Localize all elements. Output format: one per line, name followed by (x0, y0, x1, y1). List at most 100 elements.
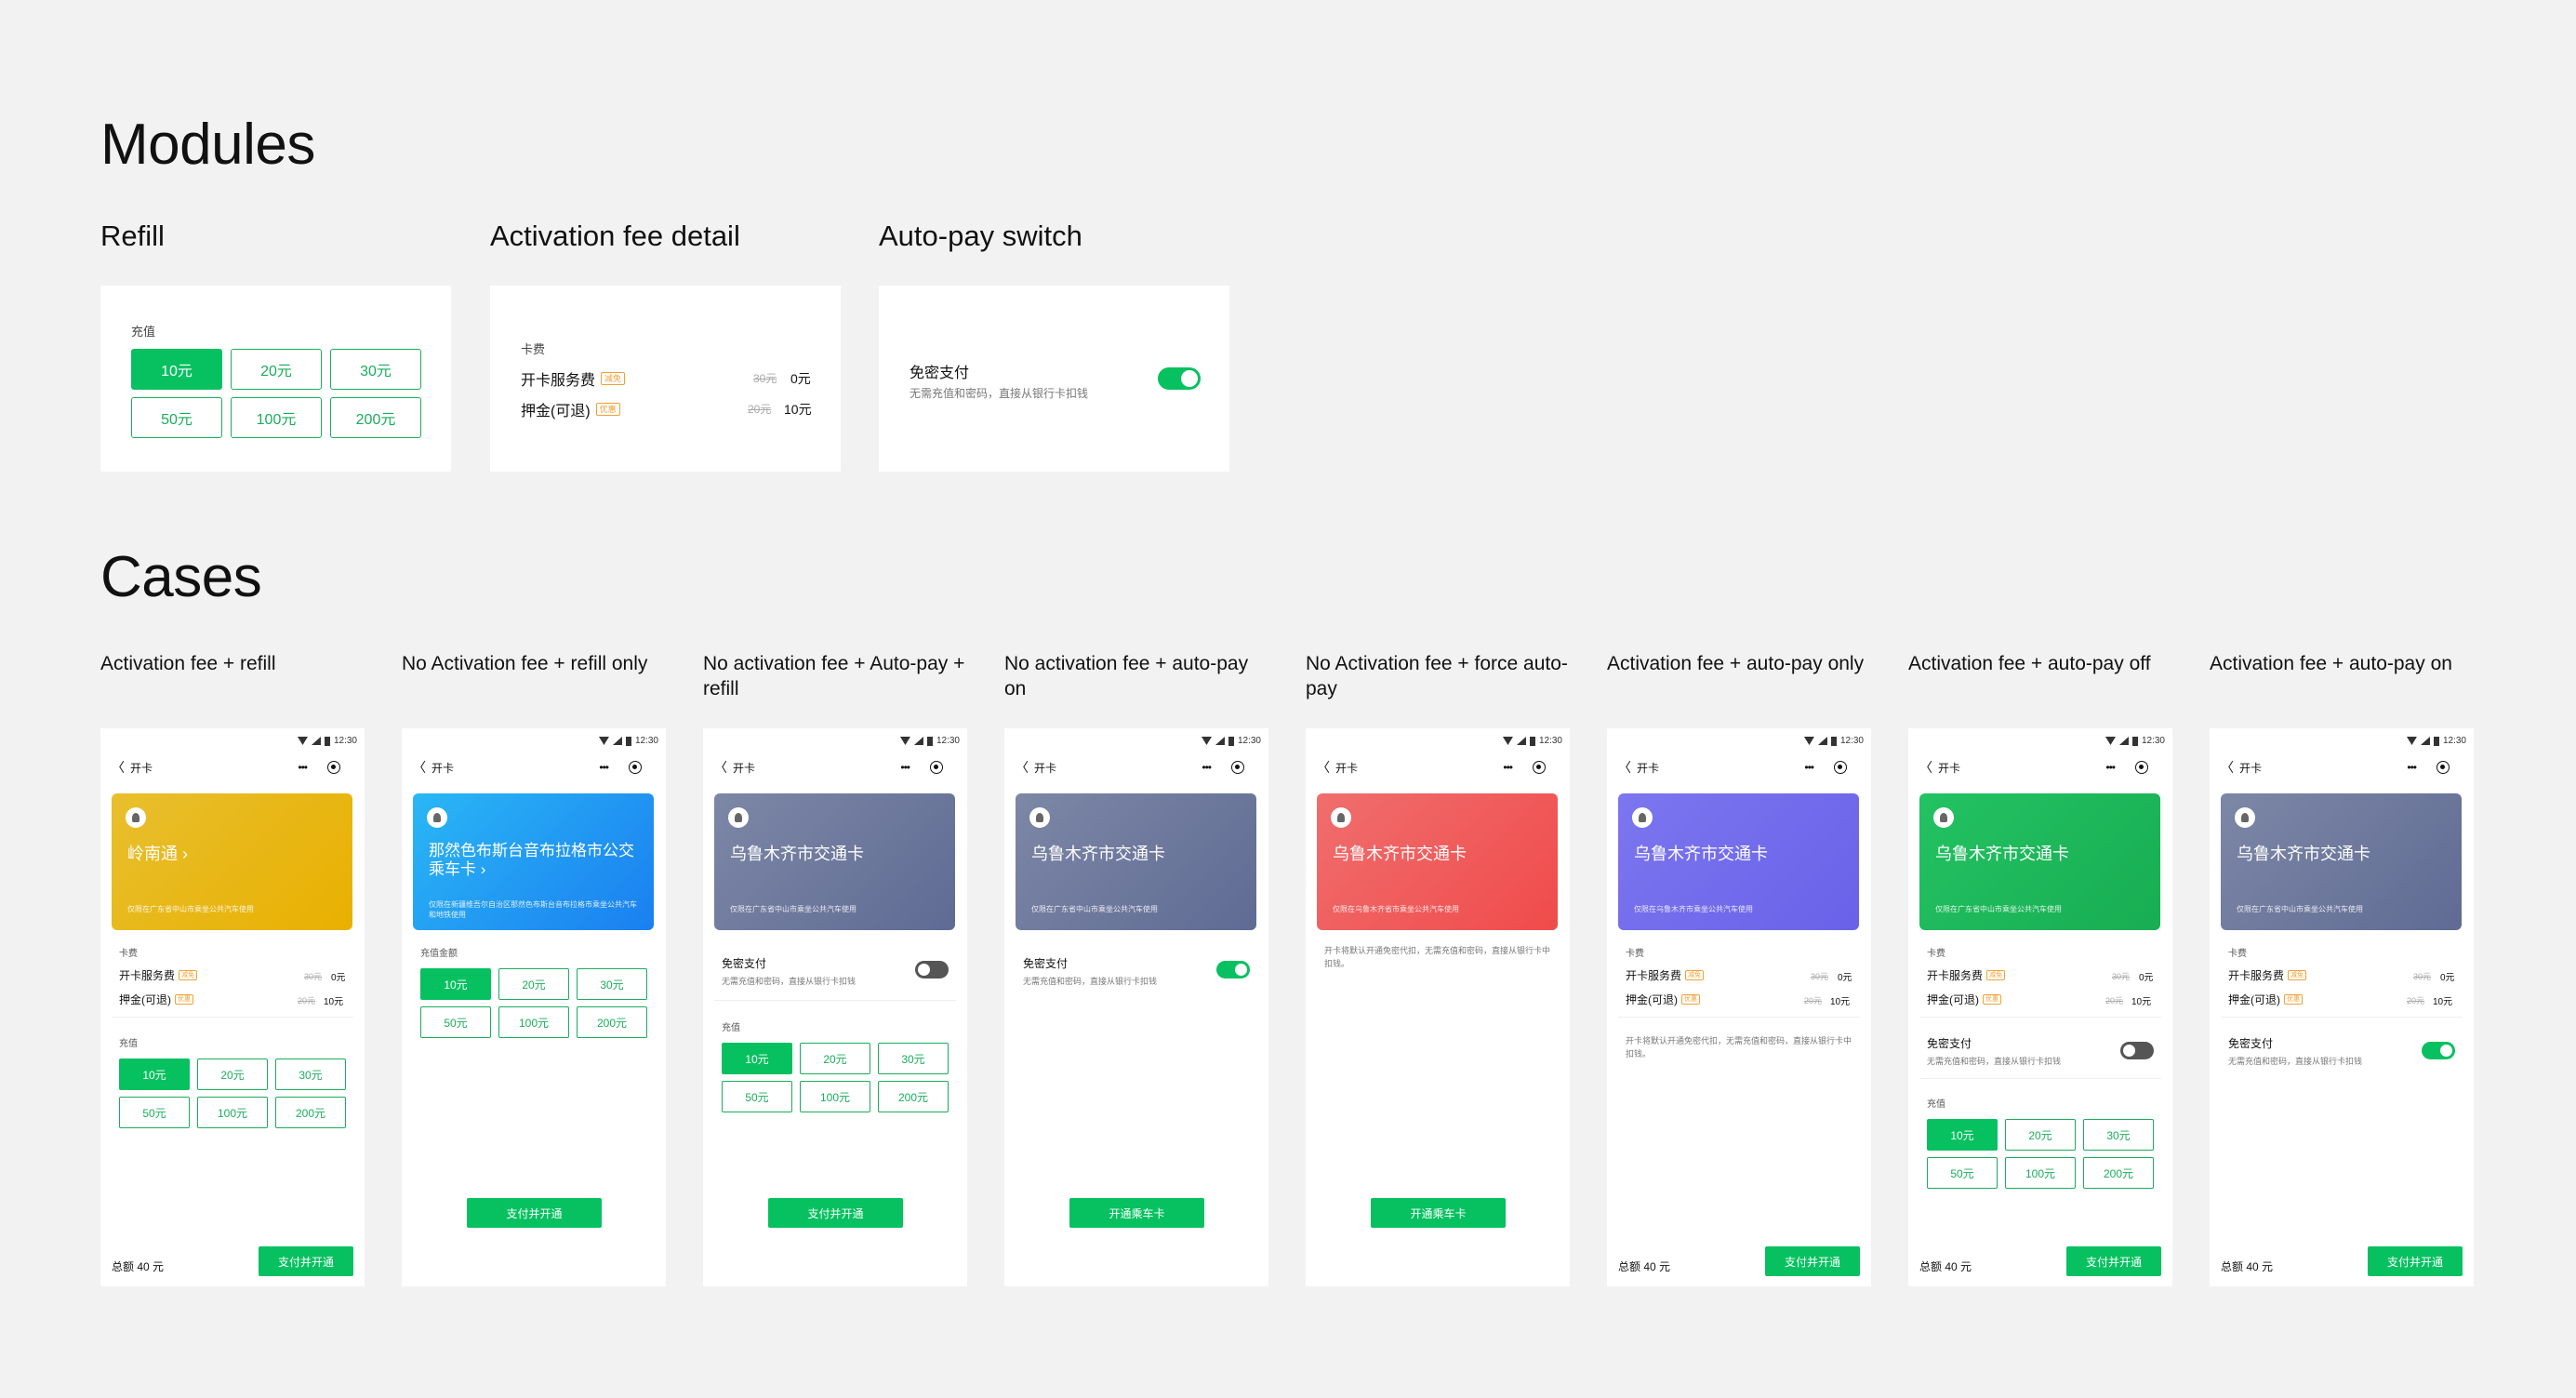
pay-and-open-button[interactable]: 支付并开通 (768, 1198, 903, 1228)
refill-option-100[interactable]: 100元 (197, 1097, 268, 1128)
back-icon[interactable]: 〈 (112, 758, 125, 777)
refill-option-30[interactable]: 30元 (878, 1043, 949, 1074)
back-icon[interactable]: 〈 (1317, 758, 1330, 777)
close-icon[interactable] (2437, 761, 2450, 774)
more-icon[interactable]: ••• (1804, 761, 1814, 774)
refill-option-10[interactable]: 10元 (131, 349, 222, 390)
open-card-button[interactable]: 开通乘车卡 (1371, 1198, 1506, 1228)
nav-title: 开卡 (1034, 761, 1057, 775)
more-icon[interactable]: ••• (2407, 761, 2417, 774)
transit-card[interactable]: 乌鲁木齐市交通卡 仅限在广东省中山市乘坐公共汽车使用 (1016, 793, 1256, 930)
card-name: 乌鲁木齐市交通卡 (1333, 845, 1467, 863)
refill-option-20[interactable]: 20元 (231, 349, 322, 390)
back-icon[interactable]: 〈 (2221, 758, 2234, 777)
close-icon[interactable] (1834, 761, 1847, 774)
more-icon[interactable]: ••• (900, 761, 910, 774)
battery-icon (1529, 736, 1535, 746)
refill-option-200[interactable]: 200元 (2083, 1157, 2154, 1189)
fee-row-service: 开卡服务费 减免 (521, 367, 626, 390)
back-icon[interactable]: 〈 (1618, 758, 1631, 777)
nav-bar: 〈开卡 ••• (112, 758, 353, 777)
refill-option-50[interactable]: 50元 (420, 1006, 491, 1038)
autopay-toggle[interactable] (1216, 961, 1250, 979)
refill-option-20[interactable]: 20元 (197, 1058, 268, 1090)
refill-option-10[interactable]: 10元 (119, 1058, 190, 1090)
autopay-toggle[interactable] (2422, 1042, 2455, 1059)
refill-option-100[interactable]: 100元 (2005, 1157, 2076, 1189)
back-icon[interactable]: 〈 (413, 758, 426, 777)
refill-option-20[interactable]: 20元 (800, 1043, 870, 1074)
pay-and-open-button[interactable]: 支付并开通 (2368, 1246, 2463, 1276)
refill-option-30[interactable]: 30元 (2083, 1119, 2154, 1151)
refill-option-50[interactable]: 50元 (1927, 1157, 1998, 1189)
pay-and-open-button[interactable]: 支付并开通 (1765, 1246, 1860, 1276)
fee-deposit-tag: 优惠 (595, 403, 620, 416)
refill-option-20[interactable]: 20元 (2005, 1119, 2076, 1151)
refill-option-100[interactable]: 100元 (498, 1006, 569, 1038)
more-icon[interactable]: ••• (599, 761, 609, 774)
module-fee-heading: Activation fee detail (490, 220, 740, 252)
refill-option-50[interactable]: 50元 (722, 1081, 792, 1112)
case-title-2: No Activation fee + refill only (402, 653, 648, 674)
case-title-1: Activation fee + refill (100, 653, 276, 674)
fee-row-deposit: 押金(可退) 优惠 (521, 398, 620, 420)
refill-option-20[interactable]: 20元 (498, 968, 569, 1000)
transit-card[interactable]: 乌鲁木齐市交通卡 仅限在广东省中山市乘坐公共汽车使用 (1919, 793, 2160, 930)
wifi-icon (2105, 737, 2116, 745)
refill-option-10[interactable]: 10元 (722, 1043, 792, 1074)
transit-card[interactable]: 岭南通 › 仅限在广东省中山市乘坐公共汽车使用 (112, 793, 352, 930)
transit-card[interactable]: 乌鲁木齐市交通卡 仅限在广东省中山市乘坐公共汽车使用 (2221, 793, 2462, 930)
refill-option-200[interactable]: 200元 (275, 1097, 346, 1128)
refill-option-30[interactable]: 30元 (275, 1058, 346, 1090)
transit-card[interactable]: 乌鲁木齐市交通卡 仅限在乌鲁木齐市乘坐公共汽车使用 (1618, 793, 1859, 930)
fee-label: 卡费 (1927, 949, 1945, 959)
refill-option-100[interactable]: 100元 (800, 1081, 870, 1112)
status-bar: 12:30 (2406, 736, 2466, 746)
more-icon[interactable]: ••• (1202, 761, 1212, 774)
refill-option-200[interactable]: 200元 (878, 1081, 949, 1112)
card-logo-icon (1029, 807, 1050, 828)
refill-option-100[interactable]: 100元 (231, 397, 322, 438)
refill-option-10[interactable]: 10元 (1927, 1119, 1998, 1151)
fee-service-old: 30元 (1811, 972, 1829, 981)
close-icon[interactable] (1231, 761, 1244, 774)
autopay-toggle[interactable] (915, 961, 949, 979)
more-icon[interactable]: ••• (1503, 761, 1513, 774)
refill-option-50[interactable]: 50元 (131, 397, 222, 438)
refill-option-200[interactable]: 200元 (577, 1006, 647, 1038)
autopay-toggle[interactable] (2120, 1042, 2154, 1059)
fee-deposit-old: 20元 (2407, 996, 2425, 1005)
status-time: 12:30 (634, 736, 658, 746)
refill-option-30[interactable]: 30元 (577, 968, 647, 1000)
more-icon[interactable]: ••• (298, 761, 308, 774)
transit-card[interactable]: 乌鲁木齐市交通卡 仅限在乌鲁木齐省市乘坐公共汽车使用 (1317, 793, 1558, 930)
pay-and-open-button[interactable]: 支付并开通 (2066, 1246, 2161, 1276)
close-icon[interactable] (930, 761, 943, 774)
back-icon[interactable]: 〈 (1016, 758, 1029, 777)
close-icon[interactable] (327, 761, 340, 774)
refill-option-50[interactable]: 50元 (119, 1097, 190, 1128)
autopay-title: 免密支付 (2228, 1037, 2274, 1050)
pay-and-open-button[interactable]: 支付并开通 (259, 1246, 353, 1276)
refill-option-200[interactable]: 200元 (330, 397, 421, 438)
fee-service-tag: 减免 (2288, 970, 2307, 980)
close-icon[interactable] (629, 761, 642, 774)
refill-option-30[interactable]: 30元 (330, 349, 421, 390)
open-card-button[interactable]: 开通乘车卡 (1069, 1198, 1204, 1228)
wifi-icon (1201, 737, 1212, 745)
more-icon[interactable]: ••• (2105, 761, 2116, 774)
nav-title: 开卡 (733, 761, 756, 775)
nav-bar: 〈开卡 ••• (413, 758, 655, 777)
signal-icon (1215, 737, 1225, 745)
pay-and-open-button[interactable]: 支付并开通 (467, 1198, 602, 1228)
back-icon[interactable]: 〈 (714, 758, 727, 777)
transit-card[interactable]: 那然色布斯台音布拉格市公交乘车卡 › 仅限在新疆维吾尔自治区那然色布斯台音布拉格市… (413, 793, 654, 930)
close-icon[interactable] (1533, 761, 1546, 774)
status-time: 12:30 (2141, 736, 2165, 746)
back-icon[interactable]: 〈 (1919, 758, 1932, 777)
status-time: 12:30 (936, 736, 960, 746)
autopay-toggle[interactable] (1158, 367, 1201, 390)
close-icon[interactable] (2135, 761, 2148, 774)
transit-card[interactable]: 乌鲁木齐市交通卡 仅限在广东省中山市乘坐公共汽车使用 (714, 793, 955, 930)
refill-option-10[interactable]: 10元 (420, 968, 491, 1000)
